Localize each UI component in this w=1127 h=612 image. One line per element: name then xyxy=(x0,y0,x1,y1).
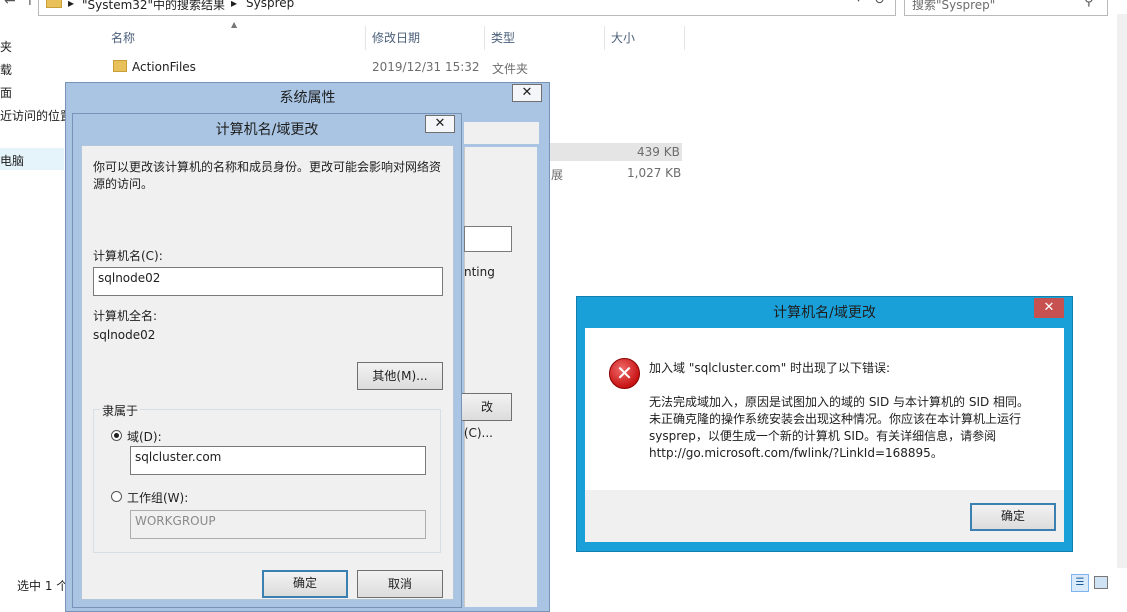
large-icons-view-icon[interactable] xyxy=(1094,576,1108,589)
column-header-date[interactable]: 修改日期 xyxy=(366,26,485,50)
domain-label: 域(D): xyxy=(127,430,162,444)
nav-item-folder[interactable]: 夹 xyxy=(0,38,12,55)
computer-name-dialog-title: 计算机名/域更改 xyxy=(215,122,319,138)
file-type: 文件夹 xyxy=(492,62,529,76)
column-header-type[interactable]: 类型 xyxy=(485,26,605,50)
back-button[interactable]: ← xyxy=(4,0,16,9)
system-properties-title: 系统属性 xyxy=(279,90,336,106)
up-button[interactable]: ↑ xyxy=(24,0,36,9)
column-size-label: 大小 xyxy=(611,31,636,45)
breadcrumb-sysprep[interactable]: Sysprep xyxy=(246,0,294,10)
file-size: 1,027 KB xyxy=(627,166,682,180)
breadcrumb-sep-icon: ▸ xyxy=(68,0,75,10)
file-type-partial: 展 xyxy=(551,168,564,182)
system-properties-close-button[interactable]: ✕ xyxy=(512,84,542,102)
computer-name-close-button[interactable]: ✕ xyxy=(425,115,455,133)
details-view-icon[interactable]: ☰ xyxy=(1071,574,1089,592)
nav-item-desktop[interactable]: 面 xyxy=(0,84,12,101)
error-heading: 加入域 "sqlcluster.com" 时出现了以下错误: xyxy=(649,361,891,375)
full-computer-name-label: 计算机全名: xyxy=(93,309,158,323)
workgroup-label: 工作组(W): xyxy=(127,491,189,505)
file-size: 439 KB xyxy=(637,145,680,159)
description-text: 你可以更改该计算机的名称和成员身份。更改可能会影响对网络资源的访问。 xyxy=(93,160,442,191)
computer-name-input[interactable]: sqlnode02 xyxy=(93,267,443,296)
breadcrumb-search-results[interactable]: "System32"中的搜索结果 xyxy=(82,0,225,13)
workgroup-input[interactable]: WORKGROUP xyxy=(130,510,426,539)
breadcrumb-sep-icon: ▸ xyxy=(231,0,238,10)
error-line-2: 未正确克隆的操作系统安装会出现这种情况。你应该在本计算机上运行 xyxy=(649,412,1022,426)
system-properties-client xyxy=(464,147,537,607)
folder-icon xyxy=(113,60,127,72)
column-header-name[interactable]: 名称 xyxy=(103,26,366,50)
refresh-icon[interactable]: ↻ xyxy=(874,0,885,8)
error-link: http://go.microsoft.com/fwlink/?LinkId=1… xyxy=(649,446,943,460)
error-line-3: sysprep，以便生成一个新的计算机 SID。有关详细信息，请参阅 xyxy=(649,429,997,443)
search-placeholder: 搜索"Sysprep" xyxy=(912,0,996,12)
change-button[interactable]: 改(C)... xyxy=(458,393,512,440)
column-header-size[interactable]: 大小 xyxy=(605,26,685,50)
error-line-1: 无法完成域加入，原因是试图加入的域的 SID 与本计算机的 SID 相同。 xyxy=(649,395,1030,409)
nav-item-downloads[interactable]: 载 xyxy=(0,61,12,78)
error-icon: ✕ xyxy=(609,358,640,389)
domain-input[interactable]: sqlcluster.com xyxy=(130,446,426,475)
table-row[interactable]: ActionFiles 2019/12/31 15:32 文件夹 xyxy=(103,56,685,78)
ok-button[interactable]: 确定 xyxy=(262,570,348,598)
folder-icon xyxy=(46,0,62,8)
system-properties-input[interactable] xyxy=(464,226,512,252)
more-button[interactable]: 其他(M)... xyxy=(357,362,443,390)
cancel-button[interactable]: 取消 xyxy=(357,570,443,598)
scrollbar[interactable] xyxy=(1117,14,1127,568)
column-type-label: 类型 xyxy=(491,31,516,45)
column-name-label: 名称 xyxy=(111,31,136,45)
sort-arrow-icon: ▲ xyxy=(231,20,238,29)
member-of-label: 隶属于 xyxy=(100,402,141,419)
file-date: 2019/12/31 15:32 xyxy=(372,60,480,74)
domain-radio[interactable] xyxy=(111,430,122,441)
dropdown-icon[interactable]: ▾ xyxy=(856,0,861,5)
file-name: ActionFiles xyxy=(132,60,196,74)
search-icon[interactable]: ⚲ xyxy=(1084,0,1094,9)
nav-item-recent-places[interactable]: 近访问的位置 xyxy=(0,107,72,124)
column-date-label: 修改日期 xyxy=(372,31,421,45)
status-text: 选中 1 个 xyxy=(17,579,69,593)
workgroup-radio[interactable] xyxy=(111,491,122,502)
error-dialog-close-button[interactable]: ✕ xyxy=(1034,298,1064,318)
system-properties-partial-text: nting xyxy=(464,265,495,279)
nav-item-this-pc[interactable]: 电脑 xyxy=(0,152,24,169)
error-ok-button[interactable]: 确定 xyxy=(970,503,1056,531)
system-properties-tab-area xyxy=(464,122,539,144)
full-computer-name-value: sqlnode02 xyxy=(93,328,156,342)
computer-name-label: 计算机名(C): xyxy=(93,249,163,263)
error-dialog-title: 计算机名/域更改 xyxy=(773,305,876,321)
